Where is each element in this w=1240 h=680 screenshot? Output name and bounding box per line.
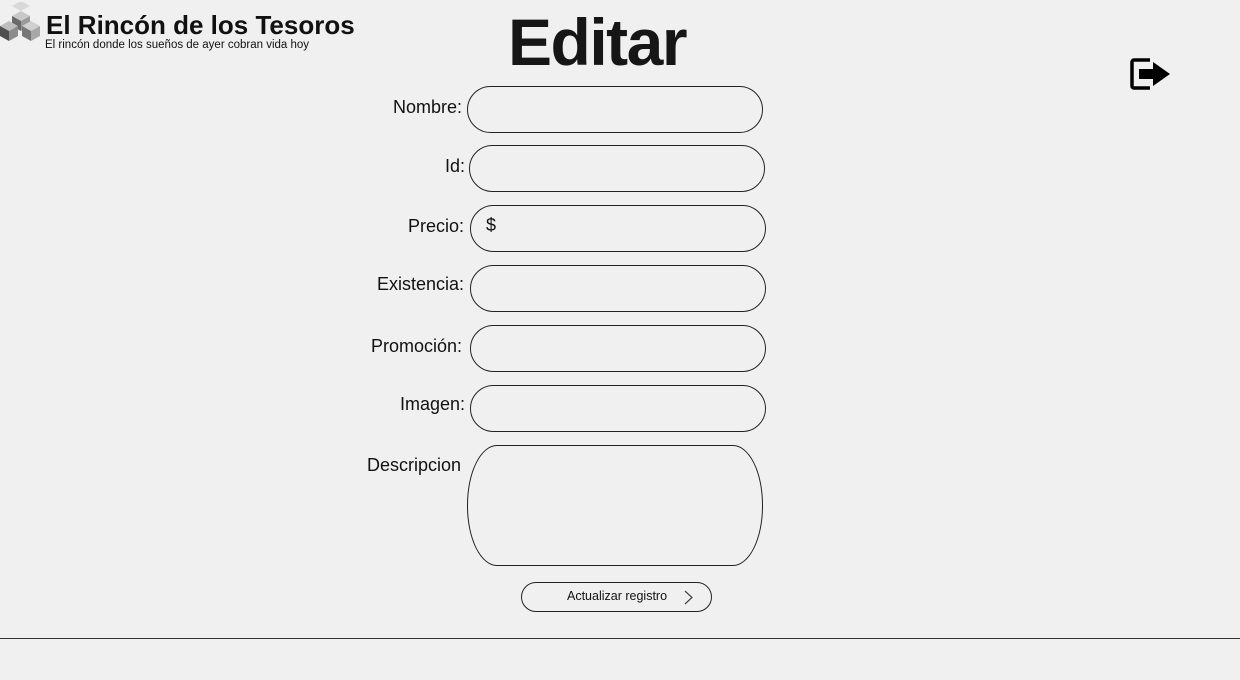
promo-field[interactable]	[470, 325, 766, 372]
footer-divider	[0, 638, 1240, 639]
stacked-cubes-icon	[0, 2, 40, 41]
logout-icon[interactable]	[1130, 57, 1172, 91]
brand-title: El Rincón de los Tesoros	[46, 10, 355, 40]
name-label: Nombre:	[393, 97, 463, 117]
promo-label: Promoción:	[371, 336, 463, 356]
image-field[interactable]	[470, 385, 766, 432]
page-title: Editar	[508, 5, 688, 79]
description-field[interactable]	[467, 445, 763, 566]
image-label: Imagen:	[400, 394, 466, 414]
id-label: Id:	[445, 156, 466, 176]
stock-field[interactable]	[470, 265, 766, 312]
update-record-button[interactable]: Actualizar registro	[521, 582, 712, 612]
name-field[interactable]	[467, 86, 763, 133]
price-label: Precio:	[408, 216, 465, 236]
price-currency-prefix: $	[486, 215, 497, 235]
stock-label: Existencia:	[377, 274, 465, 294]
brand-subtitle: El rincón donde los sueños de ayer cobra…	[45, 39, 310, 51]
price-field[interactable]	[470, 205, 766, 252]
id-field[interactable]	[469, 145, 765, 192]
description-label: Descripcion	[367, 455, 462, 475]
update-record-label: Actualizar registro	[567, 589, 668, 603]
chevron-right-icon	[684, 590, 693, 605]
